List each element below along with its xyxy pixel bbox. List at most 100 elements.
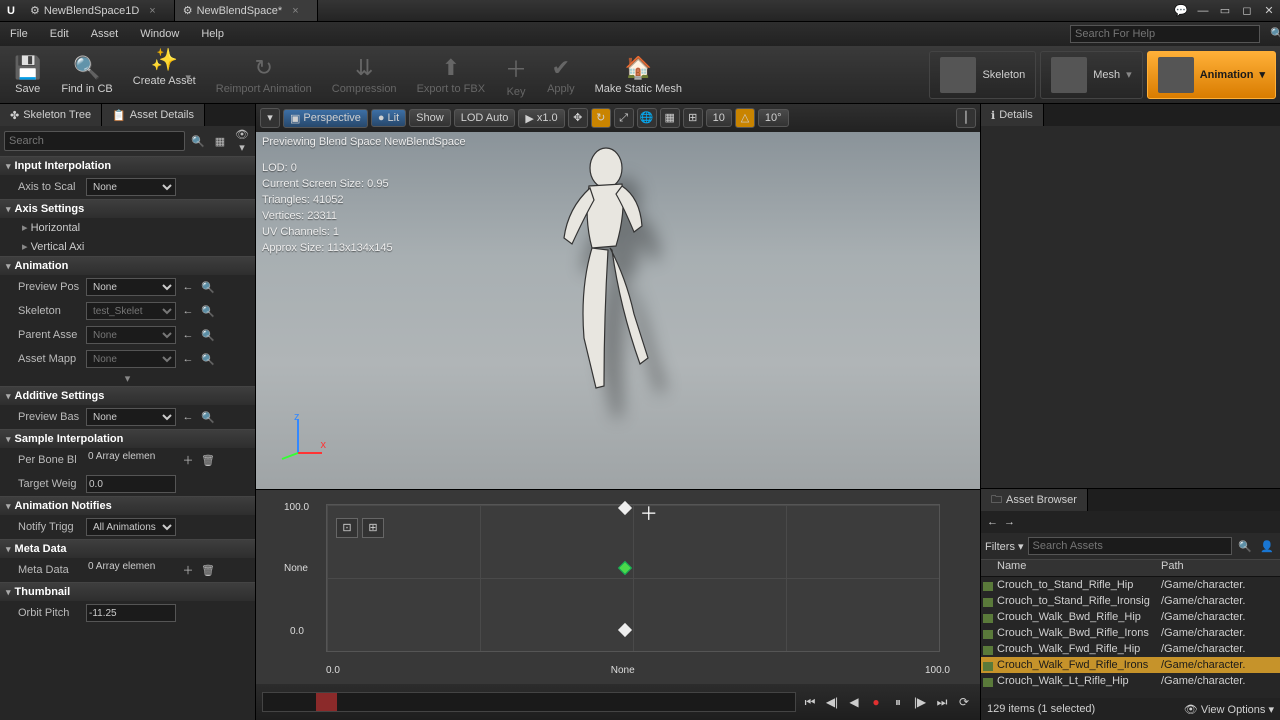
snap-grid-icon[interactable]: ⊞ xyxy=(362,518,384,538)
back-icon[interactable]: ← xyxy=(180,329,196,341)
browse-icon[interactable]: 🔍 xyxy=(200,329,216,342)
export-fbx-button[interactable]: ⬆Export to FBX xyxy=(407,48,495,102)
lod-auto-button[interactable]: LOD Auto xyxy=(454,109,516,127)
section-thumbnail[interactable]: Thumbnail xyxy=(0,582,255,601)
play-reverse-icon[interactable]: ◀ xyxy=(844,692,864,712)
snap-label-icon[interactable]: ⊡ xyxy=(336,518,358,538)
grid-size[interactable]: 10 xyxy=(706,109,732,127)
angle-size[interactable]: 10° xyxy=(758,109,789,127)
section-additive[interactable]: Additive Settings xyxy=(0,386,255,405)
mode-animation[interactable]: Animation▾ xyxy=(1147,51,1276,99)
section-sample-interp[interactable]: Sample Interpolation xyxy=(0,429,255,448)
nav-back-icon[interactable]: ← xyxy=(987,516,998,528)
back-icon[interactable]: ← xyxy=(180,411,196,423)
to-end-icon[interactable]: ⏭ xyxy=(932,692,952,712)
scale-icon[interactable]: ⤢ xyxy=(614,108,634,128)
apply-button[interactable]: ✔Apply xyxy=(537,48,585,102)
asset-search-input[interactable] xyxy=(1028,537,1232,555)
angle-snap-icon[interactable]: △ xyxy=(735,108,755,128)
record-icon[interactable]: ● xyxy=(866,692,886,712)
menu-file[interactable]: File xyxy=(0,22,38,46)
eye-icon[interactable]: 👁▾ xyxy=(233,128,251,154)
slider-icon[interactable]: ⎮ xyxy=(956,108,976,128)
section-input-interpolation[interactable]: Input Interpolation xyxy=(0,156,255,175)
section-animation[interactable]: Animation xyxy=(0,256,255,275)
chat-icon[interactable]: 💬 xyxy=(1170,0,1192,21)
minimize-button[interactable]: — xyxy=(1192,0,1214,21)
skeleton-select[interactable]: test_Skelet xyxy=(86,302,176,320)
make-static-mesh-button[interactable]: 🏠Make Static Mesh xyxy=(585,48,692,102)
loop-icon[interactable]: ⟳ xyxy=(954,692,974,712)
search-icon[interactable]: 🔍 xyxy=(189,135,207,148)
key-button[interactable]: ＋Key xyxy=(495,48,537,102)
section-notifies[interactable]: Animation Notifies xyxy=(0,496,255,515)
back-icon[interactable]: ← xyxy=(180,305,196,317)
globe-icon[interactable]: 🌐 xyxy=(637,108,657,128)
trash-icon[interactable]: 🗑 xyxy=(200,454,216,467)
axis-horizontal[interactable]: Horizontal xyxy=(0,218,255,237)
asset-row[interactable]: Crouch_to_Stand_Rifle_Hip/Game/character… xyxy=(981,577,1280,593)
tab-skeleton-tree[interactable]: ✤ Skeleton Tree xyxy=(0,104,102,126)
reimport-button[interactable]: ↻Reimport Animation xyxy=(206,48,322,102)
blend-space-editor[interactable]: ⊡⊞ 100.0 None 0.0 0.0 None 100.0 ＋ xyxy=(256,489,980,684)
axis-vertical[interactable]: Vertical Axi xyxy=(0,237,255,256)
meta-data-array[interactable]: 0 Array elemen xyxy=(86,561,176,579)
browse-icon[interactable]: 🔍 xyxy=(200,353,216,366)
asset-row[interactable]: Crouch_Walk_Lt_Rifle_Hip/Game/character. xyxy=(981,673,1280,689)
menu-window[interactable]: Window xyxy=(130,22,189,46)
back-icon[interactable]: ← xyxy=(180,281,196,293)
notify-trigger-select[interactable]: All Animations xyxy=(86,518,176,536)
grid-icon[interactable]: ▦ xyxy=(211,135,229,148)
preview-pose-select[interactable]: None xyxy=(86,278,176,296)
preview-cursor[interactable]: ＋ xyxy=(640,500,658,526)
save-button[interactable]: 💾Save xyxy=(4,48,51,102)
tab-asset-details[interactable]: 📋 Asset Details xyxy=(102,104,205,126)
nav-fwd-icon[interactable]: → xyxy=(1004,516,1015,528)
perspective-button[interactable]: ▣ Perspective xyxy=(283,109,368,128)
file-tab-2[interactable]: ⚙NewBlendSpace*× xyxy=(175,0,318,21)
target-weight-input[interactable] xyxy=(86,475,176,493)
show-button[interactable]: Show xyxy=(409,109,451,127)
asset-row[interactable]: Crouch_Walk_Bwd_Rifle_Hip/Game/character… xyxy=(981,609,1280,625)
lit-button[interactable]: ● Lit xyxy=(371,109,406,127)
maximize-button[interactable]: ◻ xyxy=(1236,0,1258,21)
find-in-cb-button[interactable]: 🔍Find in CB xyxy=(51,48,122,102)
menu-help[interactable]: Help xyxy=(191,22,234,46)
menu-edit[interactable]: Edit xyxy=(40,22,79,46)
step-fwd-icon[interactable]: |▶ xyxy=(910,692,930,712)
mode-skeleton[interactable]: Skeleton xyxy=(929,51,1036,99)
tab-details[interactable]: ℹ Details xyxy=(981,104,1044,126)
restore-button[interactable]: ▭ xyxy=(1214,0,1236,21)
dropdown-icon[interactable]: ▾ xyxy=(260,108,280,128)
move-icon[interactable]: ✥ xyxy=(568,108,588,128)
menu-asset[interactable]: Asset xyxy=(81,22,129,46)
asset-row[interactable]: Crouch_Walk_Fwd_Rifle_Irons/Game/charact… xyxy=(981,657,1280,673)
asset-mapping-select[interactable]: None xyxy=(86,350,176,368)
close-icon[interactable]: × xyxy=(292,5,298,17)
browse-icon[interactable]: 🔍 xyxy=(200,411,216,424)
add-icon[interactable]: ＋ xyxy=(180,562,196,578)
trash-icon[interactable]: 🗑 xyxy=(200,564,216,577)
tab-asset-browser[interactable]: 🗀 Asset Browser xyxy=(981,489,1088,511)
grid-snap-icon[interactable]: ⊞ xyxy=(683,108,703,128)
section-axis-settings[interactable]: Axis Settings xyxy=(0,199,255,218)
pause-icon[interactable]: ⏸ xyxy=(888,692,908,712)
step-back-icon[interactable]: ◀| xyxy=(822,692,842,712)
close-icon[interactable]: × xyxy=(149,5,155,17)
timeline-track[interactable] xyxy=(262,692,796,712)
browse-icon[interactable]: 🔍 xyxy=(200,281,216,294)
help-search-input[interactable] xyxy=(1070,25,1260,43)
rotate-icon[interactable]: ↻ xyxy=(591,108,611,128)
to-start-icon[interactable]: ⏮ xyxy=(800,692,820,712)
asset-row[interactable]: Crouch_to_Stand_Rifle_Ironsig/Game/chara… xyxy=(981,593,1280,609)
orbit-pitch-input[interactable] xyxy=(86,604,176,622)
search-icon[interactable]: 🔍 xyxy=(1260,22,1280,46)
parent-asset-select[interactable]: None xyxy=(86,326,176,344)
axis-scale-select[interactable]: None xyxy=(86,178,176,196)
mode-mesh[interactable]: Mesh▾ xyxy=(1040,51,1142,99)
play-speed[interactable]: ▶ x1.0 xyxy=(518,109,564,128)
search-icon[interactable]: 🔍 xyxy=(1236,540,1254,553)
asset-row[interactable]: Crouch_Walk_Bwd_Rifle_Irons/Game/charact… xyxy=(981,625,1280,641)
surface-snap-icon[interactable]: ▦ xyxy=(660,108,680,128)
compression-button[interactable]: ⇊Compression xyxy=(322,48,407,102)
